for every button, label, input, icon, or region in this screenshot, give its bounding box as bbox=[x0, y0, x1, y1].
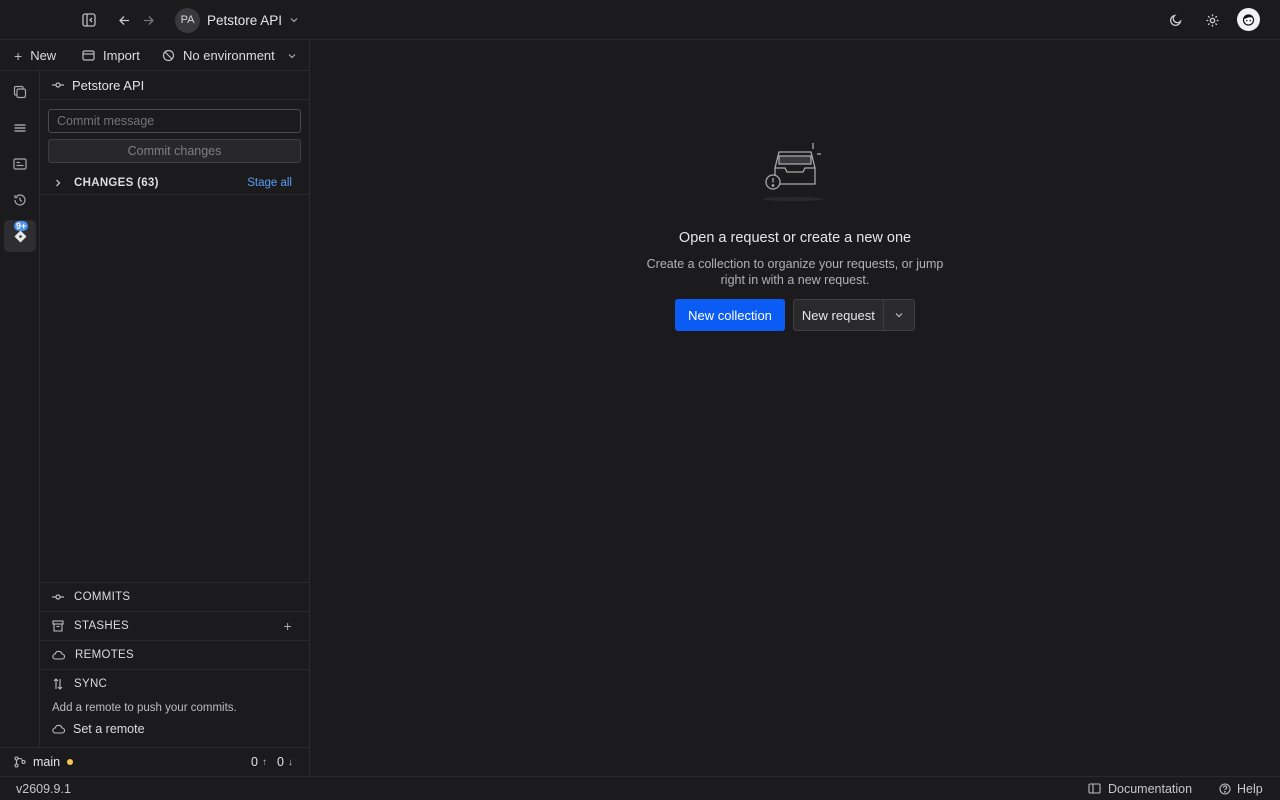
no-environment-icon bbox=[162, 49, 175, 62]
stashes-label: STASHES bbox=[74, 620, 129, 632]
layers-icon bbox=[14, 124, 26, 132]
rail-git[interactable]: 9+ bbox=[4, 220, 36, 252]
workspace-switcher[interactable]: PA Petstore API bbox=[175, 7, 299, 33]
archive-icon bbox=[52, 620, 64, 632]
arrow-down-icon: ↓ bbox=[287, 756, 293, 768]
commit-icon bbox=[52, 82, 64, 88]
activity-rail: 9+ bbox=[0, 71, 40, 747]
branch-bar: main 0 ↑ 0 ↓ bbox=[0, 747, 310, 776]
rail-collections[interactable] bbox=[4, 76, 36, 108]
commit-changes-button[interactable]: Commit changes bbox=[48, 139, 301, 163]
branch-name: main bbox=[33, 755, 61, 769]
documentation-label: Documentation bbox=[1108, 781, 1193, 796]
new-collection-button[interactable]: New collection bbox=[675, 299, 785, 331]
chevron-right-icon bbox=[56, 179, 61, 186]
help-circle-icon bbox=[1219, 782, 1231, 795]
set-remote-label: Set a remote bbox=[73, 722, 145, 736]
sync-arrows-icon bbox=[53, 678, 63, 690]
panel-header: Petstore API bbox=[40, 71, 309, 100]
git-panel: Petstore API Commit changes CHANGES (63)… bbox=[40, 71, 310, 747]
sync-label: SYNC bbox=[74, 678, 108, 690]
sidebar-toolbar: + New Import No environment bbox=[0, 40, 310, 71]
set-remote-button[interactable]: Set a remote bbox=[52, 722, 145, 736]
sync-section[interactable]: SYNC bbox=[40, 669, 309, 698]
documentation-link[interactable]: Documentation bbox=[1088, 782, 1192, 796]
changes-label: CHANGES (63) bbox=[74, 176, 159, 189]
import-icon bbox=[82, 50, 95, 61]
arrow-up-icon: ↑ bbox=[261, 756, 267, 768]
commits-section[interactable]: COMMITS bbox=[40, 582, 309, 611]
user-avatar[interactable] bbox=[1237, 8, 1260, 31]
cloud-icon bbox=[52, 724, 65, 734]
toggle-sidebar-icon[interactable] bbox=[80, 11, 98, 29]
workspace-name: Petstore API bbox=[207, 12, 283, 28]
rail-history[interactable] bbox=[4, 184, 36, 216]
behind-count: 0 bbox=[276, 755, 284, 769]
help-label: Help bbox=[1237, 781, 1263, 796]
version-label: v2609.9.1 bbox=[16, 781, 71, 796]
empty-state: Open a request or create a new one Creat… bbox=[310, 140, 1280, 331]
uncommitted-dot bbox=[67, 759, 74, 765]
copy-icon bbox=[13, 85, 27, 99]
history-icon bbox=[14, 194, 26, 206]
panel-title: Petstore API bbox=[72, 77, 145, 93]
new-label: New bbox=[30, 48, 57, 63]
new-request-split-button: New request bbox=[792, 299, 915, 331]
plus-icon: + bbox=[14, 47, 23, 64]
workspace-avatar: PA bbox=[175, 7, 200, 33]
moon-icon[interactable] bbox=[1167, 11, 1185, 29]
import-label: Import bbox=[103, 48, 140, 63]
forward-arrow-icon[interactable] bbox=[139, 11, 157, 29]
rail-history-panel[interactable] bbox=[4, 148, 36, 180]
environment-select[interactable]: No environment bbox=[162, 40, 297, 71]
help-link[interactable]: Help bbox=[1219, 782, 1263, 796]
add-stash-icon[interactable]: + bbox=[284, 618, 292, 634]
chevron-down-icon bbox=[290, 18, 298, 23]
empty-state-actions: New collection New request bbox=[675, 299, 915, 331]
stage-all-link[interactable]: Stage all bbox=[247, 177, 292, 189]
new-request-dropdown[interactable] bbox=[884, 300, 914, 330]
card-icon bbox=[13, 158, 27, 170]
book-icon bbox=[1088, 783, 1101, 794]
branch-selector[interactable]: main bbox=[14, 755, 74, 769]
commits-label: COMMITS bbox=[74, 591, 131, 603]
ahead-behind[interactable]: 0 ↑ 0 ↓ bbox=[251, 755, 293, 769]
branch-icon bbox=[14, 756, 26, 768]
empty-state-subtitle: Create a collection to organize your req… bbox=[646, 257, 944, 287]
top-bar: PA Petstore API bbox=[0, 0, 1280, 40]
sync-hint: Add a remote to push your commits. bbox=[52, 702, 237, 714]
back-arrow-icon[interactable] bbox=[115, 11, 133, 29]
import-button[interactable]: Import bbox=[82, 40, 140, 71]
new-button[interactable]: + New bbox=[14, 40, 56, 71]
new-request-button[interactable]: New request bbox=[794, 300, 884, 330]
status-bar: v2609.9.1 Documentation Help bbox=[0, 776, 1280, 800]
remotes-label: REMOTES bbox=[75, 649, 134, 661]
commit-message-input[interactable] bbox=[48, 109, 301, 133]
commit-icon bbox=[52, 594, 64, 600]
chevron-down-icon bbox=[288, 53, 296, 58]
cloud-icon bbox=[52, 650, 65, 660]
remotes-section[interactable]: REMOTES bbox=[40, 640, 309, 669]
ahead-count: 0 bbox=[251, 755, 258, 769]
settings-gear-icon[interactable] bbox=[1203, 11, 1221, 29]
environment-label: No environment bbox=[183, 48, 275, 63]
notification-badge: 9+ bbox=[14, 221, 29, 231]
changes-section-header[interactable]: CHANGES (63) Stage all bbox=[40, 171, 309, 195]
empty-inbox-illustration bbox=[763, 143, 823, 201]
stashes-section[interactable]: STASHES + bbox=[40, 611, 309, 640]
rail-environments[interactable] bbox=[4, 112, 36, 144]
chevron-down-icon bbox=[895, 313, 903, 318]
empty-state-title: Open a request or create a new one bbox=[678, 230, 912, 246]
